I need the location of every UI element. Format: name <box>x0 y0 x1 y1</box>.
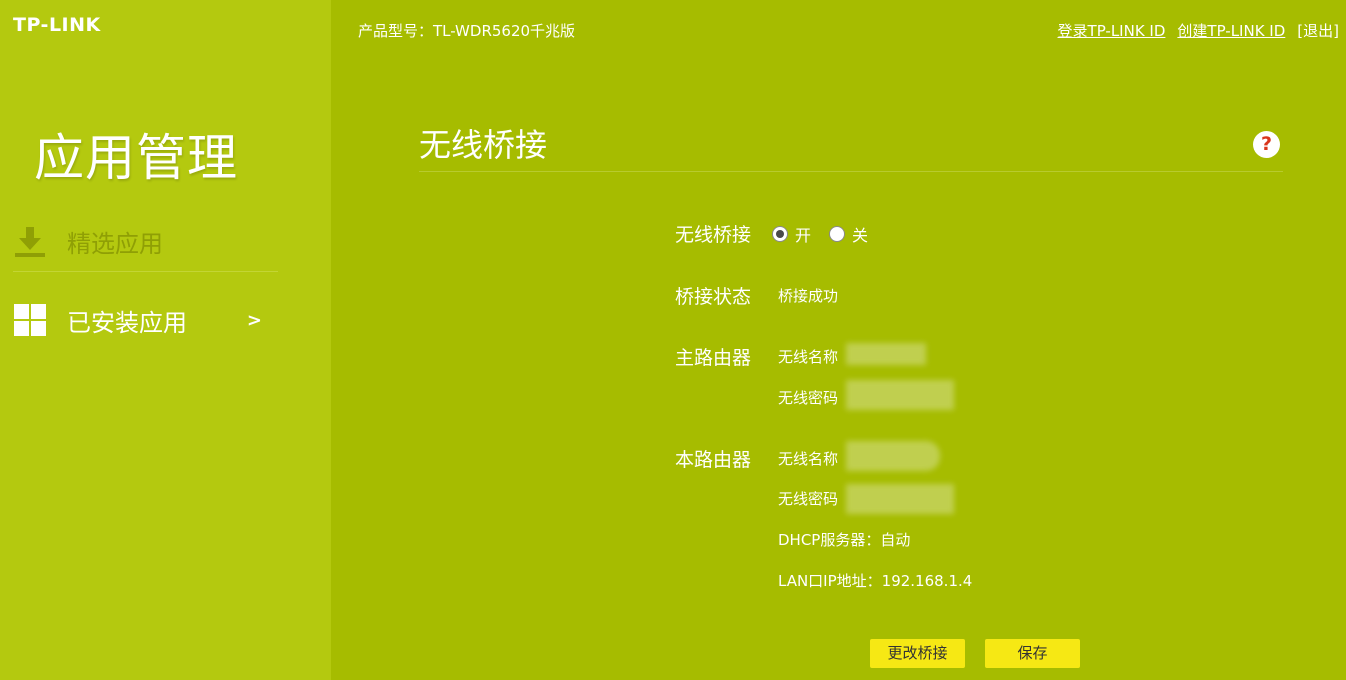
main-router-ssid-redacted <box>846 343 926 365</box>
local-router-label: 本路由器 <box>675 449 752 471</box>
grid-icon <box>13 303 47 337</box>
lan-ip-address: LAN口IP地址：192.168.1.4 <box>778 572 973 590</box>
sidebar-item-label: 已安装应用 <box>67 308 187 337</box>
main-router-password-redacted <box>846 380 954 410</box>
bridge-off-label: 关 <box>852 226 869 245</box>
tp-link-logo: TP-LINK <box>13 14 101 36</box>
sidebar-title: 应用管理 <box>34 129 238 187</box>
dhcp-server-status: DHCP服务器：自动 <box>778 531 911 549</box>
sidebar-item-label: 精选应用 <box>67 230 163 258</box>
page-title: 无线桥接 <box>419 126 548 164</box>
local-router-password-redacted <box>846 484 954 514</box>
local-router-ssid-label: 无线名称 <box>778 450 839 468</box>
local-router-ssid-redacted <box>846 441 940 471</box>
help-icon[interactable]: ? <box>1253 131 1280 158</box>
main-router-label: 主路由器 <box>675 347 752 369</box>
bridge-on-label: 开 <box>795 226 812 245</box>
logout-link[interactable]: [退出] <box>1297 20 1339 41</box>
sidebar-item-installed-apps[interactable]: 已安装应用 > <box>13 290 278 350</box>
main-router-password-label: 无线密码 <box>778 389 839 407</box>
local-router-password-label: 无线密码 <box>778 490 839 508</box>
bridge-radio-group: 开 关 <box>772 222 886 246</box>
title-divider <box>419 171 1283 172</box>
product-model: 产品型号：TL-WDR5620千兆版 <box>358 22 576 40</box>
main-router-ssid-label: 无线名称 <box>778 348 839 366</box>
bridge-status-label: 桥接状态 <box>675 286 752 308</box>
save-button[interactable]: 保存 <box>985 639 1080 668</box>
sidebar: TP-LINK 应用管理 精选应用 已安装应用 > <box>0 0 331 680</box>
bridge-label: 无线桥接 <box>675 224 752 246</box>
bridge-off-radio[interactable] <box>829 226 846 242</box>
change-bridge-button[interactable]: 更改桥接 <box>870 639 965 668</box>
download-icon <box>13 225 47 259</box>
chevron-right-icon: > <box>246 309 262 331</box>
login-tplink-id-link[interactable]: 登录TP-LINK ID <box>1058 20 1166 41</box>
bridge-on-radio[interactable] <box>772 226 788 242</box>
bridge-status-value: 桥接成功 <box>778 287 839 305</box>
sidebar-item-featured-apps[interactable]: 精选应用 <box>13 212 278 272</box>
header-links: 登录TP-LINK ID 创建TP-LINK ID [退出] <box>1058 20 1339 41</box>
create-tplink-id-link[interactable]: 创建TP-LINK ID <box>1177 20 1285 41</box>
